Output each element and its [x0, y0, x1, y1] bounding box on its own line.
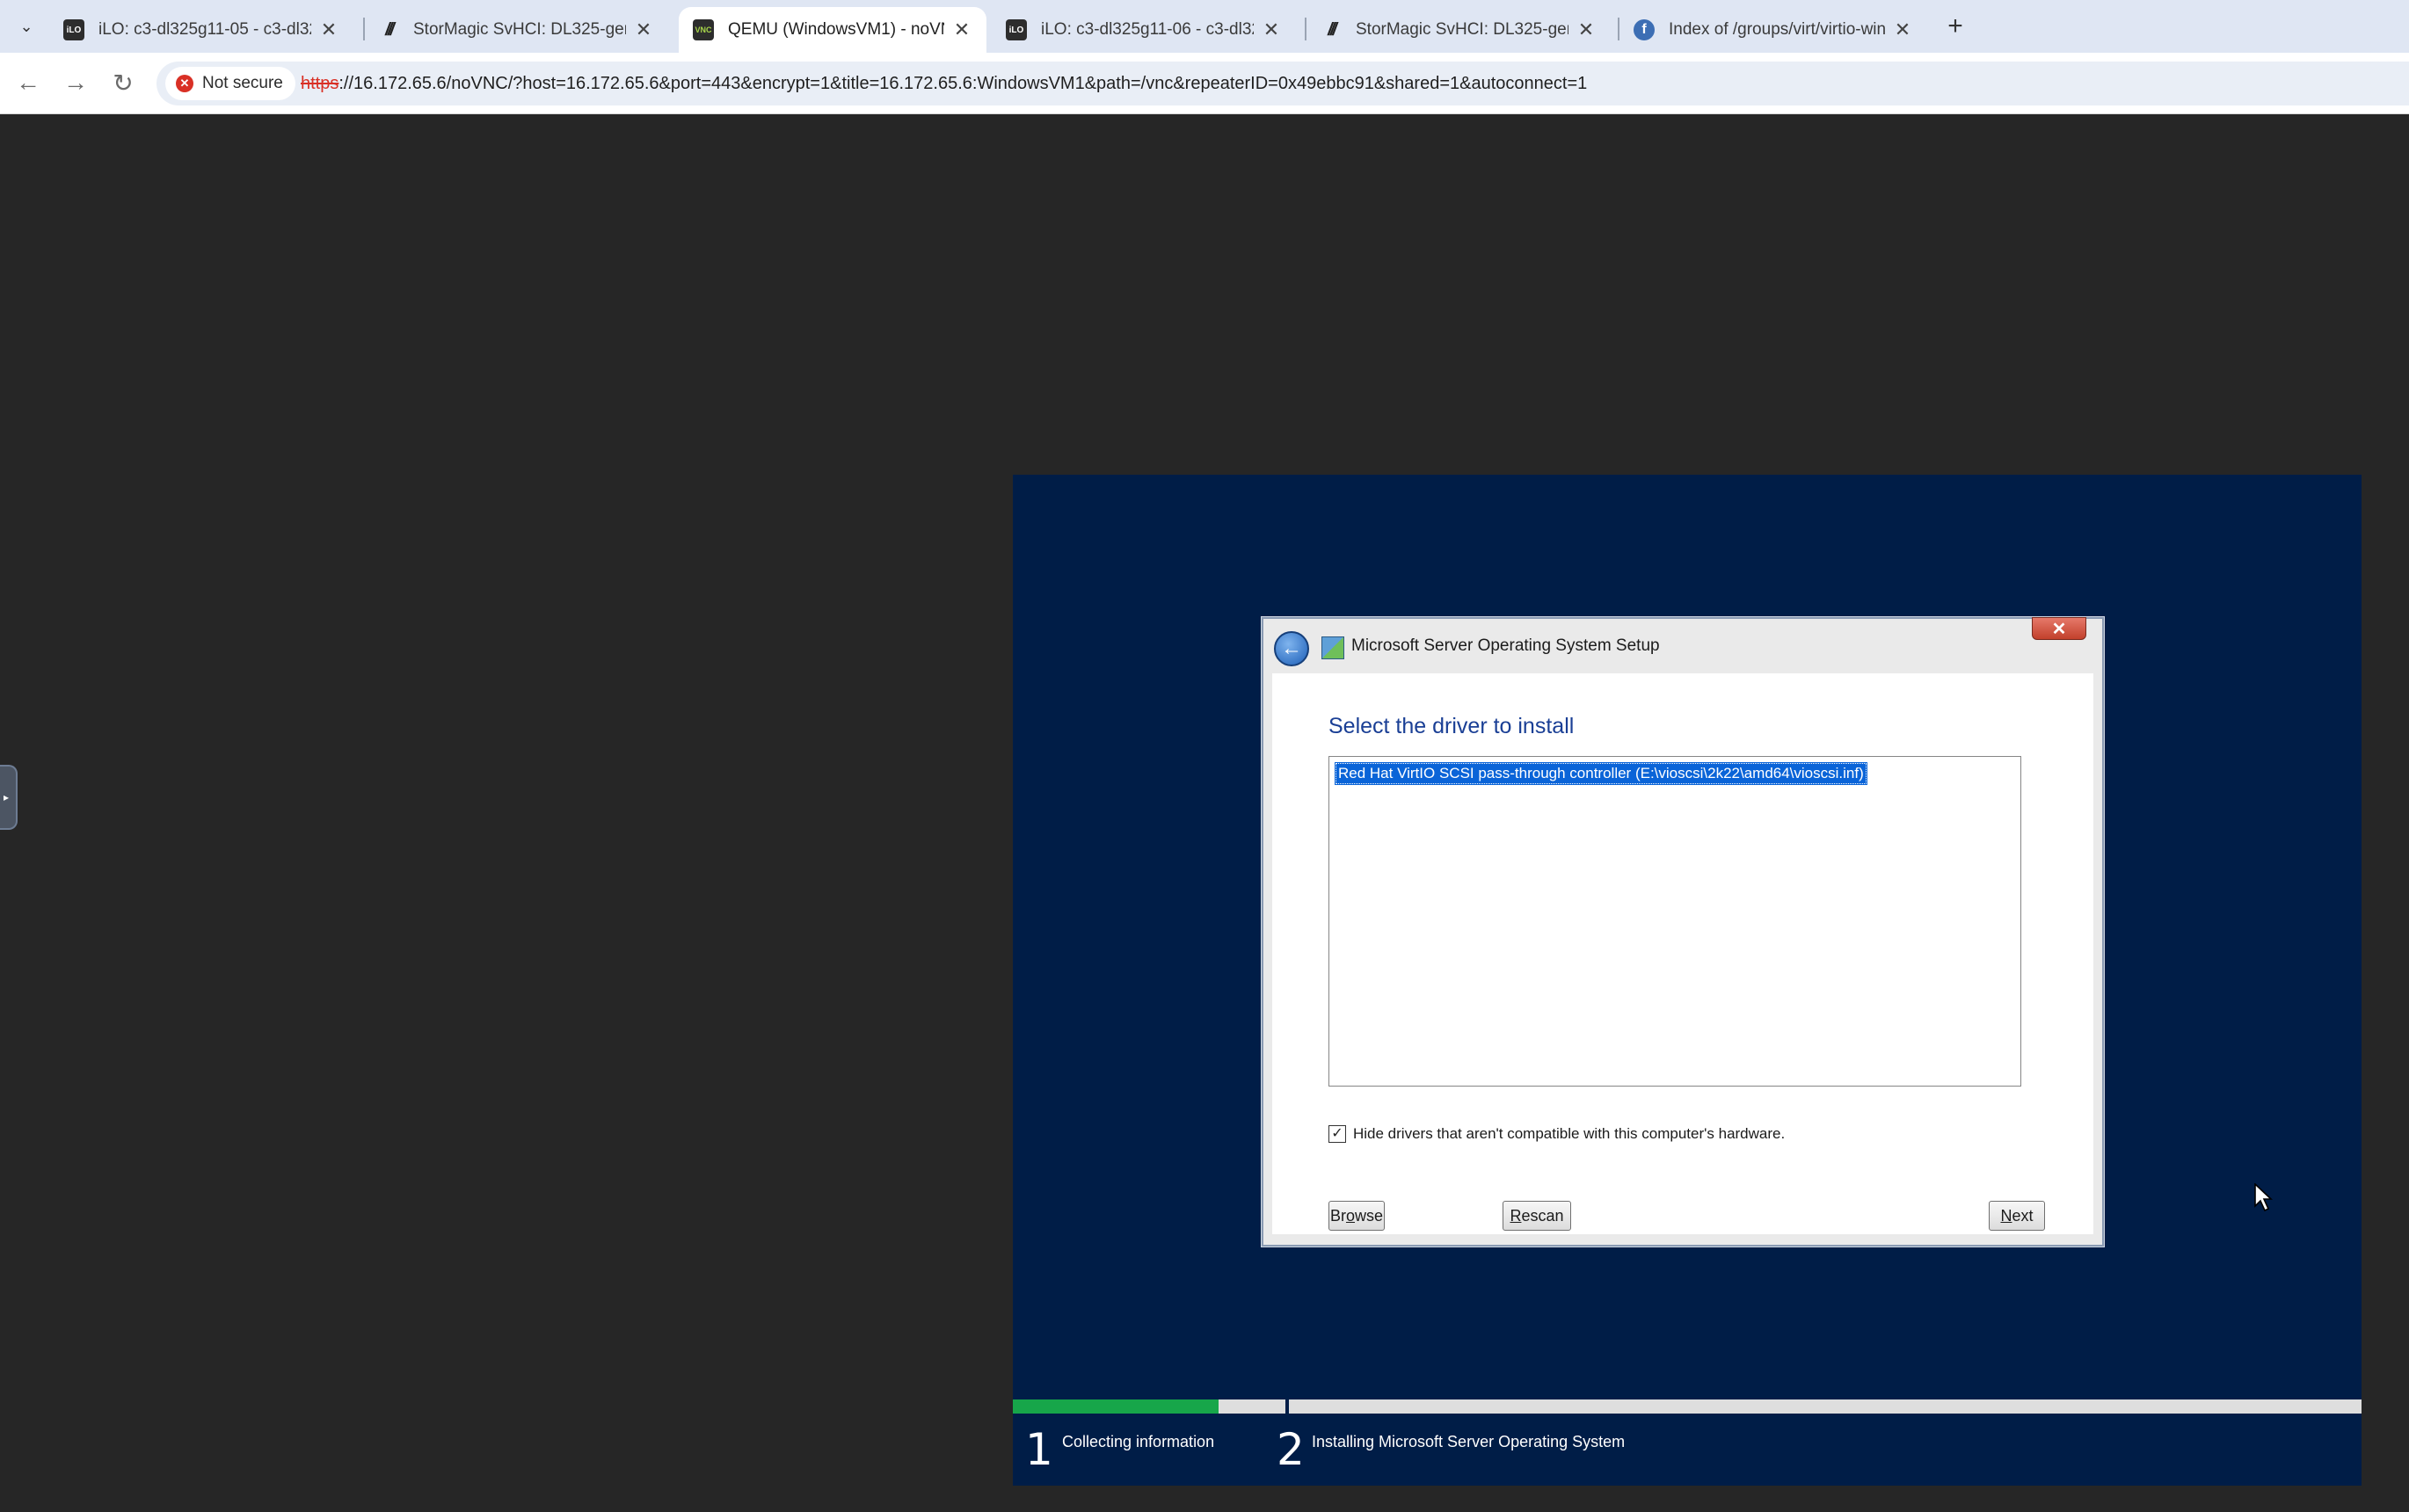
- tab-virtio-index[interactable]: f Index of /groups/virt/virtio-win ✕: [1619, 7, 1927, 53]
- next-accel-key: N: [2000, 1206, 2012, 1225]
- next-label-post: ext: [2012, 1206, 2034, 1225]
- back-arrow-button[interactable]: ←: [1274, 631, 1309, 666]
- dialog-title: Microsoft Server Operating System Setup: [1351, 636, 1660, 655]
- tab-ilo-05[interactable]: iLO iLO: c3-dl325g11-05 - c3-dl325 ✕: [49, 7, 353, 53]
- tab-strip: ⌄ iLO iLO: c3-dl325g11-05 - c3-dl325 ✕ /…: [0, 0, 2409, 53]
- error-icon: ✕: [176, 75, 193, 92]
- forward-button[interactable]: →: [58, 65, 93, 100]
- plus-icon: +: [1947, 11, 1963, 40]
- close-icon[interactable]: ✕: [1576, 18, 1597, 41]
- vnc-screen[interactable]: ✕ ← Microsoft Server Operating System Se…: [1013, 475, 2362, 1486]
- close-icon[interactable]: ✕: [633, 18, 654, 41]
- url-rest: ://16.172.65.6/noVNC/?host=16.172.65.6&p…: [338, 74, 1588, 93]
- rescan-button[interactable]: Rescan: [1503, 1201, 1571, 1231]
- back-button[interactable]: ←: [11, 65, 46, 100]
- tab-search-button[interactable]: ⌄: [12, 12, 40, 40]
- tab-title: StorMagic SvHCI: DL325-gen11: [413, 20, 626, 39]
- progress-step-divider: [1285, 1399, 1289, 1414]
- browse-label-post: wse: [1355, 1206, 1384, 1225]
- tab-title: iLO: c3-dl325g11-05 - c3-dl325: [98, 20, 311, 39]
- hide-incompatible-label: Hide drivers that aren't compatible with…: [1353, 1125, 1786, 1142]
- browse-button[interactable]: Br o wse: [1328, 1201, 1385, 1231]
- step-number-1: 1: [1025, 1424, 1053, 1475]
- step-number-2: 2: [1277, 1424, 1305, 1475]
- browse-accel-key: o: [1345, 1206, 1355, 1225]
- step-label-1: Collecting information: [1062, 1433, 1215, 1450]
- stormagic-icon: ///: [1328, 19, 1337, 40]
- fedora-icon: f: [1634, 19, 1655, 40]
- security-label: Not secure: [202, 74, 283, 92]
- url-scheme: https: [301, 74, 339, 93]
- rescan-accel-key: R: [1510, 1206, 1522, 1225]
- chevron-down-icon: ⌄: [19, 17, 33, 35]
- tab-title: iLO: c3-dl325g11-06 - c3-dl325: [1041, 20, 1254, 39]
- tab-title: Index of /groups/virt/virtio-win: [1669, 20, 1885, 39]
- arrow-left-icon: ←: [16, 69, 40, 96]
- arrow-left-icon: ←: [1281, 636, 1302, 660]
- chevron-right-icon: ▸: [4, 791, 10, 803]
- page-heading: Select the driver to install: [1328, 714, 1575, 738]
- close-icon: ✕: [2051, 619, 2067, 639]
- reload-button[interactable]: ↻: [106, 65, 141, 100]
- setup-app-icon: [1321, 636, 1344, 659]
- close-icon[interactable]: ✕: [1261, 18, 1282, 41]
- close-icon[interactable]: ✕: [318, 18, 339, 41]
- reload-icon: ↻: [113, 69, 134, 97]
- close-icon[interactable]: ✕: [951, 18, 972, 41]
- setup-dialog: ✕ ← Microsoft Server Operating System Se…: [1262, 617, 2104, 1247]
- arrow-right-icon: →: [63, 69, 88, 96]
- hide-incompatible-checkbox[interactable]: ✓: [1328, 1125, 1346, 1143]
- tab-novnc[interactable]: VNC QEMU (WindowsVM1) - noVNC ✕: [679, 7, 986, 53]
- stormagic-icon: ///: [385, 19, 395, 40]
- ilo-icon: iLO: [1006, 19, 1027, 40]
- tab-title: StorMagic SvHCI: DL325-gen11: [1356, 20, 1568, 39]
- tab-stormagic-1[interactable]: /// StorMagic SvHCI: DL325-gen11 ✕: [364, 7, 668, 53]
- browser-toolbar: ← → ↻ ✕ Not secure https://16.172.65.6/n…: [0, 53, 2409, 114]
- rescan-label-post: escan: [1521, 1206, 1564, 1225]
- install-progress-bar: [1013, 1399, 2362, 1414]
- driver-list-item[interactable]: Red Hat VirtIO SCSI pass-through control…: [1335, 762, 1867, 785]
- hide-incompatible-row[interactable]: ✓ Hide drivers that aren't compatible wi…: [1328, 1125, 1785, 1143]
- tab-title: QEMU (WindowsVM1) - noVNC: [728, 20, 944, 39]
- driver-list[interactable]: Red Hat VirtIO SCSI pass-through control…: [1328, 756, 2021, 1087]
- dialog-close-button[interactable]: ✕: [2032, 617, 2086, 640]
- url-text[interactable]: https://16.172.65.6/noVNC/?host=16.172.6…: [301, 62, 1587, 105]
- ilo-icon: iLO: [63, 19, 84, 40]
- next-button[interactable]: Next: [1989, 1201, 2045, 1231]
- site-info-button[interactable]: ✕ Not secure: [165, 67, 295, 100]
- close-icon[interactable]: ✕: [1892, 18, 1913, 41]
- browse-label-pre: Br: [1329, 1206, 1346, 1225]
- step-label-2: Installing Microsoft Server Operating Sy…: [1312, 1433, 1626, 1450]
- tab-stormagic-2[interactable]: /// StorMagic SvHCI: DL325-gen11 ✕: [1306, 7, 1611, 53]
- new-tab-button[interactable]: +: [1940, 11, 1971, 42]
- address-bar[interactable]: ✕ Not secure https://16.172.65.6/noVNC/?…: [156, 62, 2409, 105]
- install-progress-fill: [1013, 1399, 1219, 1414]
- tab-ilo-06[interactable]: iLO iLO: c3-dl325g11-06 - c3-dl325 ✕: [992, 7, 1296, 53]
- dialog-body: Select the driver to install Red Hat Vir…: [1272, 673, 2093, 1234]
- vnc-icon: VNC: [693, 19, 714, 40]
- novnc-control-bar-handle[interactable]: ▸: [0, 765, 18, 830]
